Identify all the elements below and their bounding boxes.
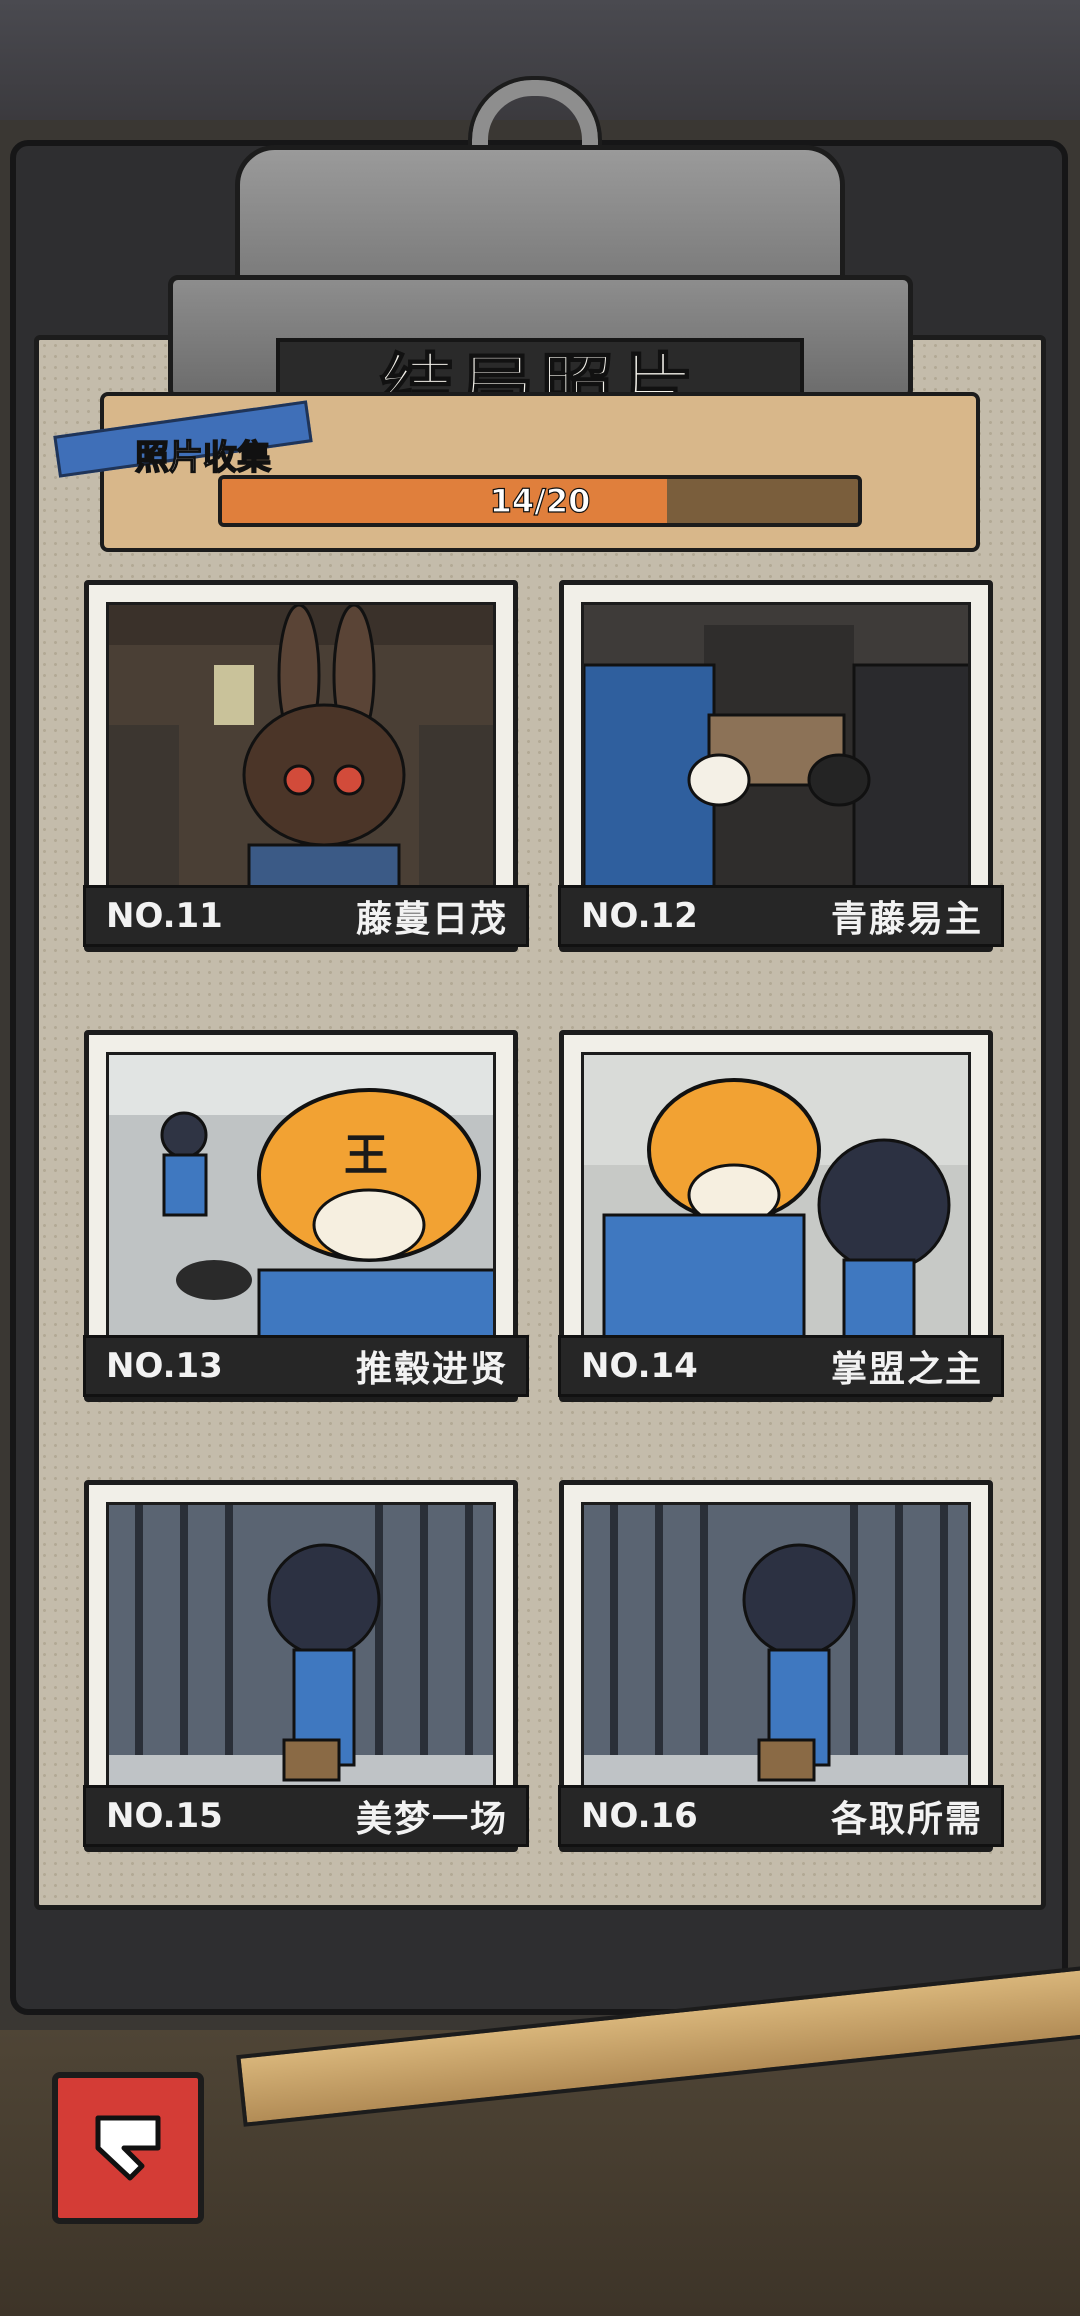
progress-bar: 14/20 <box>218 475 862 527</box>
card-title: 藤蔓日茂 <box>355 899 508 940</box>
card-label-bar: NO.14 掌盟之主 <box>558 1335 1004 1397</box>
card-label-bar: NO.12 青藤易主 <box>558 885 1004 947</box>
ending-photo-13: 王 <box>106 1052 496 1342</box>
progress-value: 14/20 <box>489 481 591 520</box>
card-title: 美梦一场 <box>355 1799 508 1840</box>
ending-card-13[interactable]: 王 NO.13 推毂进贤 <box>83 1030 529 1402</box>
clip-body <box>235 145 845 285</box>
ending-photo-16 <box>581 1502 971 1792</box>
svg-text:王: 王 <box>344 1130 388 1181</box>
card-number: NO.16 <box>581 1796 698 1836</box>
ending-photo-14 <box>581 1052 971 1342</box>
card-number: NO.11 <box>106 896 223 936</box>
card-number: NO.13 <box>106 1346 223 1386</box>
ending-photo-12 <box>581 602 971 892</box>
card-number: NO.14 <box>581 1346 698 1386</box>
card-label-bar: NO.15 美梦一场 <box>83 1785 529 1847</box>
ending-card-16[interactable]: NO.16 各取所需 <box>558 1480 1004 1852</box>
card-title: 青藤易主 <box>830 899 983 940</box>
card-label-bar: NO.13 推毂进贤 <box>83 1335 529 1397</box>
ending-photo-11 <box>106 602 496 892</box>
ending-card-14[interactable]: NO.14 掌盟之主 <box>558 1030 1004 1402</box>
back-arrow-icon <box>95 2115 161 2181</box>
ending-photo-15 <box>106 1502 496 1792</box>
back-button[interactable] <box>52 2072 204 2224</box>
ending-card-12[interactable]: NO.12 青藤易主 <box>558 580 1004 952</box>
card-label-bar: NO.16 各取所需 <box>558 1785 1004 1847</box>
ending-card-11[interactable]: NO.11 藤蔓日茂 <box>83 580 529 952</box>
card-number: NO.15 <box>106 1796 223 1836</box>
card-title: 推毂进贤 <box>355 1349 508 1390</box>
progress-label: 照片收集 <box>134 437 272 479</box>
card-title: 各取所需 <box>830 1799 983 1840</box>
card-number: NO.12 <box>581 896 698 936</box>
card-title: 掌盟之主 <box>830 1349 983 1390</box>
card-label-bar: NO.11 藤蔓日茂 <box>83 885 529 947</box>
ending-card-15[interactable]: NO.15 美梦一场 <box>83 1480 529 1852</box>
